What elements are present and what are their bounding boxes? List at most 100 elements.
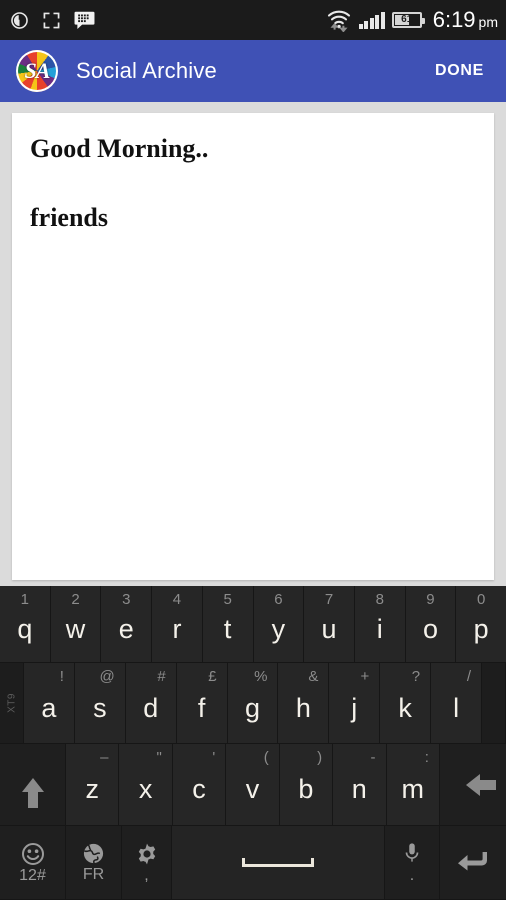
enter-key[interactable] — [440, 826, 506, 900]
key-l-alt: / — [466, 668, 472, 685]
keyboard-row-1: 1q 2w 3e 4r 5t 6y 7u 8i 9o 0p — [0, 586, 506, 663]
status-bar-clock: 6:19 pm — [433, 9, 498, 31]
key-d-alt: # — [157, 668, 166, 685]
key-z[interactable]: – z — [66, 744, 120, 826]
key-i-label: i — [376, 613, 383, 644]
key-f-label: f — [197, 692, 206, 723]
key-o[interactable]: 9o — [405, 586, 457, 663]
done-button[interactable]: DONE — [429, 54, 490, 88]
key-v-label: v — [245, 774, 260, 804]
note-line-1: Good Morning.. — [30, 134, 209, 163]
arrow-left-icon — [465, 773, 496, 796]
voice-input-key[interactable]: . — [385, 826, 440, 900]
microphone-icon — [402, 842, 422, 864]
key-m[interactable]: :m — [386, 744, 440, 826]
key-u[interactable]: 7u — [304, 586, 355, 663]
key-m-alt: : — [424, 749, 429, 766]
key-l-label: l — [453, 692, 460, 723]
key-r-label: r — [172, 613, 182, 644]
keyboard-row-3: – z " x ' c (v ) b -n :m — [0, 744, 506, 826]
key-u-label: u — [321, 613, 337, 644]
content-area: Good Morning.. friends — [0, 102, 506, 586]
spacebar-mark-icon — [242, 858, 314, 867]
key-s[interactable]: @ s — [74, 663, 126, 744]
key-n-alt: - — [370, 749, 376, 766]
key-b-alt: ) — [317, 749, 323, 766]
keyboard-right-rail — [482, 663, 506, 744]
key-l[interactable]: / l — [431, 663, 483, 744]
app-logo-text: SA — [24, 58, 51, 83]
key-a[interactable]: ! a — [24, 663, 75, 744]
key-j-label: j — [351, 692, 358, 723]
key-m-label: m — [401, 774, 424, 804]
key-a-label: a — [41, 692, 57, 723]
key-z-alt: – — [100, 749, 109, 766]
symbols-key[interactable]: 12# — [0, 826, 66, 900]
key-t-label: t — [223, 613, 232, 644]
key-f[interactable]: £ f — [176, 663, 228, 744]
backspace-key[interactable] — [439, 744, 506, 826]
key-g-label: g — [244, 692, 261, 723]
note-line-2: friends — [30, 203, 108, 233]
key-e[interactable]: 3e — [101, 586, 153, 663]
key-h-label: h — [295, 692, 311, 723]
key-y-label: y — [271, 613, 286, 644]
cellular-signal-icon — [358, 11, 385, 29]
shift-key[interactable] — [0, 744, 66, 826]
gear-icon — [135, 842, 159, 866]
key-g[interactable]: % g — [227, 663, 279, 744]
key-r-alt: 4 — [172, 591, 182, 608]
key-c-label: c — [192, 774, 206, 804]
key-n[interactable]: -n — [333, 744, 387, 826]
battery-icon: 61 — [391, 12, 425, 28]
key-t[interactable]: 5t — [202, 586, 254, 663]
battery-level: 61 — [401, 14, 413, 25]
key-k[interactable]: ? k — [380, 663, 432, 744]
keyboard-row-2: XT9 ! a @ s # d £ f % g & h + j ? k / l — [0, 663, 506, 744]
key-h[interactable]: & h — [278, 663, 330, 744]
key-b[interactable]: ) b — [279, 744, 334, 826]
key-d[interactable]: # d — [125, 663, 177, 744]
key-d-label: d — [143, 692, 159, 723]
key-q[interactable]: 1q — [0, 586, 51, 663]
page-title: Social Archive — [76, 58, 217, 83]
key-v-alt: ( — [263, 749, 269, 766]
key-u-alt: 7 — [324, 591, 334, 608]
settings-key[interactable]: , — [122, 826, 172, 900]
key-x[interactable]: " x — [119, 744, 173, 826]
emoji-icon — [21, 842, 45, 866]
note-blank-line — [30, 162, 476, 204]
keyboard-row-4: 12# FR , . — [0, 826, 506, 900]
clock-ampm: pm — [478, 14, 498, 30]
key-q-alt: 1 — [20, 591, 30, 608]
key-p[interactable]: 0p — [456, 586, 506, 663]
key-s-label: s — [93, 692, 107, 723]
status-bar-left-icons — [10, 11, 95, 30]
key-e-alt: 3 — [122, 591, 131, 608]
xt9-indicator: XT9 — [0, 663, 24, 744]
key-w-alt: 2 — [71, 591, 80, 608]
app-bar: SA Social Archive DONE — [0, 40, 506, 102]
key-s-alt: @ — [99, 668, 115, 685]
on-screen-keyboard[interactable]: 1q 2w 3e 4r 5t 6y 7u 8i 9o 0p XT9 ! a @ s … — [0, 586, 506, 900]
key-q-label: q — [17, 613, 33, 644]
status-bar-right-icons: 61 6:19 pm — [326, 8, 498, 32]
key-r[interactable]: 4r — [152, 586, 203, 663]
key-w[interactable]: 2w — [50, 586, 102, 663]
language-key[interactable]: FR — [66, 826, 122, 900]
key-c-alt: ' — [212, 749, 216, 766]
key-i[interactable]: 8i — [354, 586, 406, 663]
key-j[interactable]: + j — [329, 663, 381, 744]
key-c[interactable]: ' c — [172, 744, 227, 826]
space-key[interactable] — [172, 826, 385, 900]
key-f-alt: £ — [208, 668, 217, 685]
key-y[interactable]: 6y — [253, 586, 305, 663]
note-card[interactable]: Good Morning.. friends — [12, 113, 494, 580]
bbm-message-icon — [74, 11, 95, 30]
key-b-label: b — [298, 774, 314, 804]
voice-input-key-label: . — [409, 866, 415, 884]
key-v[interactable]: (v — [226, 744, 280, 826]
xt9-label: XT9 — [6, 693, 17, 713]
key-k-label: k — [398, 692, 412, 723]
key-g-alt: % — [254, 668, 268, 685]
